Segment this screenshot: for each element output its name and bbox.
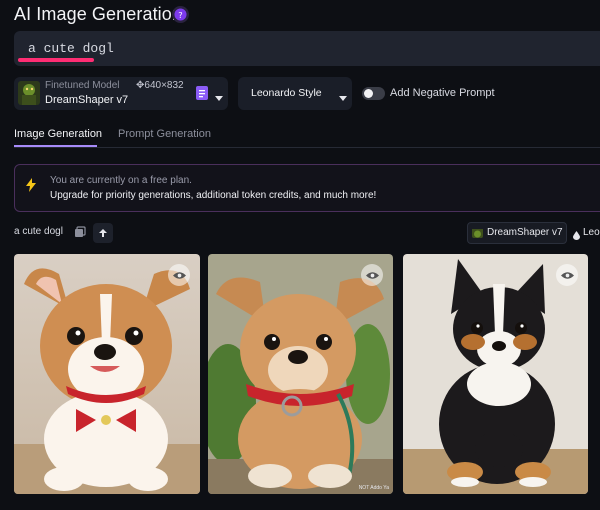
upload-button[interactable]	[93, 223, 113, 243]
negative-prompt-label: Add Negative Prompt	[390, 87, 495, 99]
model-chip-label: DreamShaper v7	[487, 227, 563, 238]
help-button[interactable]: ?	[172, 6, 189, 23]
puppy-image	[208, 254, 393, 494]
drop-icon	[573, 227, 580, 245]
chevron-down-icon[interactable]	[215, 89, 223, 107]
puppy-image	[14, 254, 200, 494]
model-name: DreamShaper v7	[45, 94, 129, 106]
eye-icon[interactable]	[361, 264, 383, 286]
generated-image-card[interactable]	[403, 254, 588, 494]
model-chip-thumbnail	[472, 227, 483, 238]
arrow-up-icon	[99, 229, 107, 237]
upgrade-text: Upgrade for priority generations, additi…	[50, 190, 377, 201]
image-watermark: NOT Addo Ya	[358, 485, 389, 491]
tabs-divider	[14, 147, 600, 148]
model-thumbnail	[18, 81, 40, 105]
tab-image-generation[interactable]: Image Generation	[14, 128, 102, 140]
question-icon: ?	[174, 8, 187, 21]
generated-image-card[interactable]	[14, 254, 200, 494]
style-label: Leonardo Style	[251, 87, 322, 99]
prompt-highlight-underline	[18, 58, 94, 62]
copy-icon[interactable]	[74, 225, 86, 237]
puppy-image	[403, 254, 588, 494]
svg-text:?: ?	[178, 10, 182, 20]
page-title: AI Image Generation	[14, 4, 182, 24]
model-dimensions: ✥640×832	[136, 80, 184, 91]
chevron-down-icon[interactable]	[339, 89, 347, 107]
lightning-icon	[26, 178, 36, 197]
tag-icon[interactable]	[196, 86, 208, 100]
model-subtitle: Finetuned Model	[45, 80, 120, 91]
generated-image-card[interactable]: NOT Addo Ya	[208, 254, 393, 494]
toggle-knob	[364, 89, 373, 98]
style-chip-label: Leo	[583, 227, 600, 238]
eye-icon[interactable]	[556, 264, 578, 286]
eye-icon[interactable]	[168, 264, 190, 286]
prompt-text[interactable]: a cute dogl	[28, 41, 114, 56]
plan-banner[interactable]	[14, 164, 600, 212]
tab-prompt-generation[interactable]: Prompt Generation	[118, 128, 211, 140]
plan-status-text: You are currently on a free plan.	[50, 175, 192, 186]
generation-prompt: a cute dogl	[14, 226, 63, 237]
